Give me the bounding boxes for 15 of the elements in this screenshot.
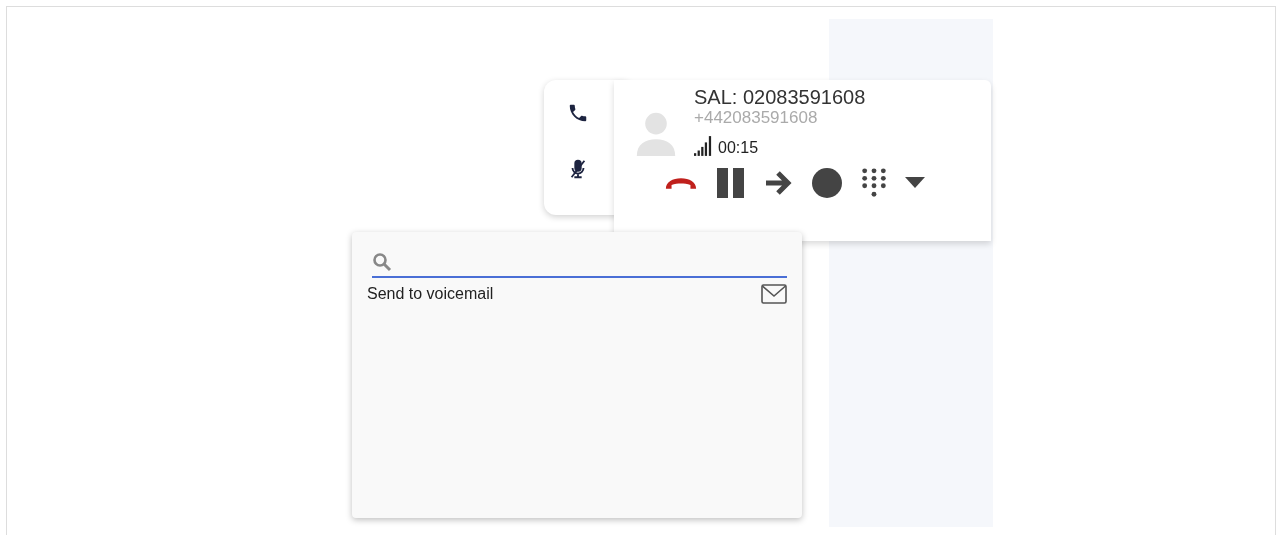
search-icon — [372, 252, 392, 272]
menu-item[interactable]: Send to voicemail — [367, 278, 787, 304]
record-icon[interactable] — [811, 167, 843, 199]
signal-icon — [694, 135, 712, 157]
envelope-icon — [761, 284, 787, 304]
dialpad-icon[interactable] — [860, 167, 888, 199]
caller-number: +442083591608 — [694, 108, 819, 127]
pause-icon[interactable] — [715, 167, 747, 199]
search-field[interactable] — [372, 252, 787, 278]
caller-name: SAL: 02083591608 — [694, 86, 866, 108]
call-duration: 00:15 — [718, 139, 759, 157]
menu-item-label: Send to voicemail — [367, 285, 494, 303]
dropdown-caret-icon[interactable] — [905, 177, 925, 189]
hang-up-icon[interactable] — [664, 175, 698, 191]
phone-icon[interactable] — [567, 102, 589, 124]
